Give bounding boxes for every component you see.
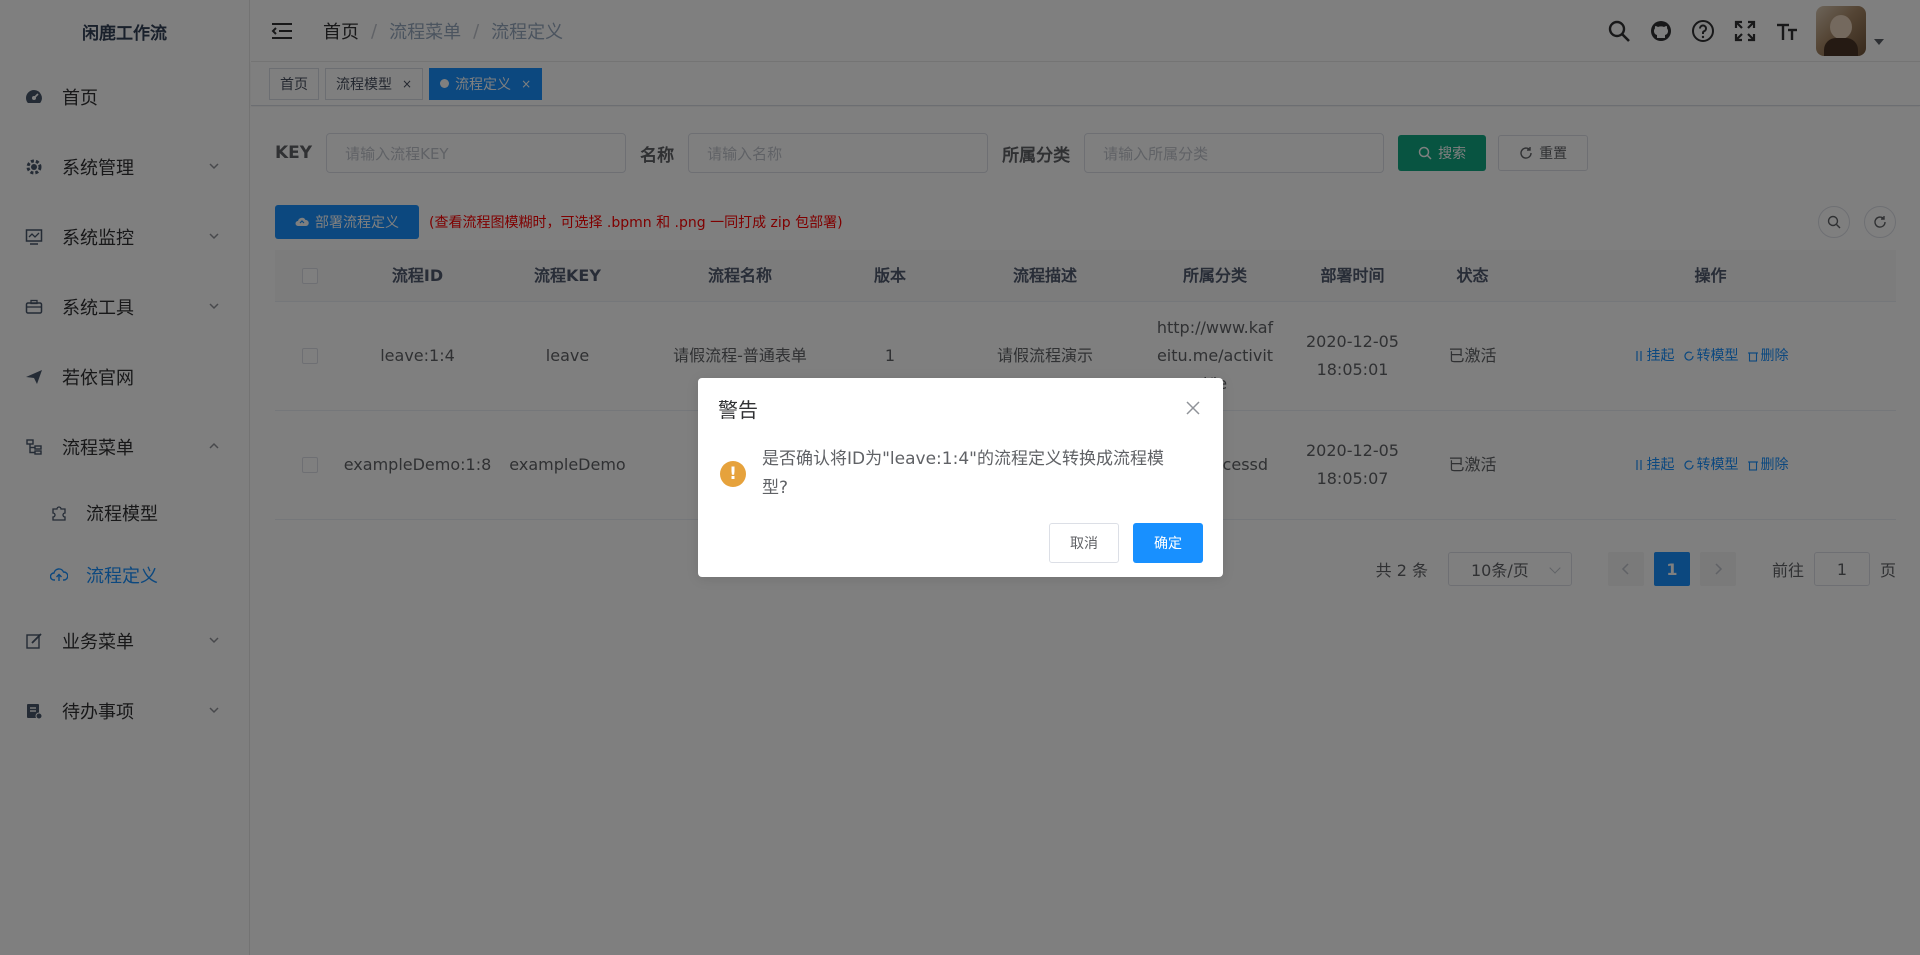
close-icon[interactable] [1185, 400, 1201, 416]
confirm-dialog: 警告 ! 是否确认将ID为"leave:1:4"的流程定义转换成流程模型? 取消… [698, 378, 1223, 577]
cancel-button[interactable]: 取消 [1049, 523, 1119, 563]
confirm-button[interactable]: 确定 [1133, 523, 1203, 563]
warning-icon: ! [720, 461, 746, 487]
dialog-title: 警告 [718, 398, 758, 422]
dialog-message: 是否确认将ID为"leave:1:4"的流程定义转换成流程模型? [762, 449, 1164, 498]
